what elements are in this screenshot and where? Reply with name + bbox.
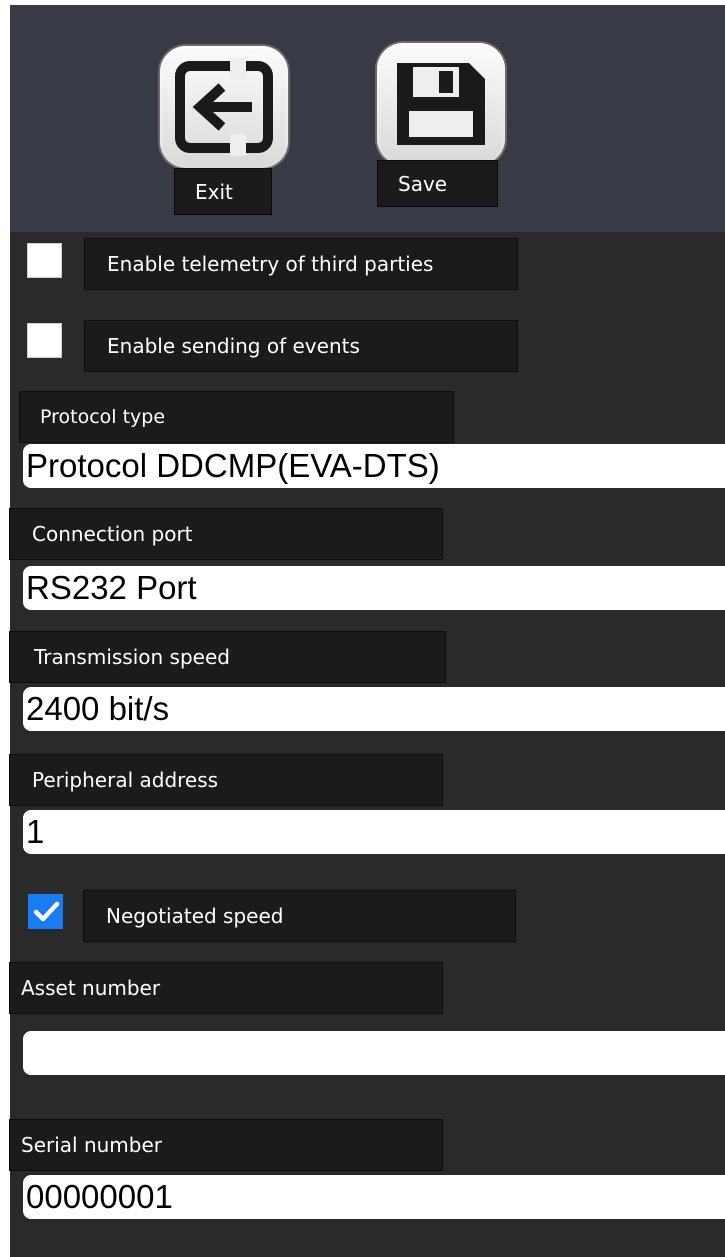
transmission-speed-label: Transmission speed [9, 631, 446, 683]
negotiated-speed-label: Negotiated speed [83, 890, 516, 942]
protocol-type-field[interactable]: Protocol DDCMP(EVA-DTS) [23, 444, 725, 488]
third-party-telemetry-checkbox[interactable] [27, 243, 62, 278]
serial-number-label: Serial number [9, 1119, 443, 1171]
peripheral-address-label: Peripheral address [9, 754, 443, 806]
floppy-disk-icon [397, 63, 485, 145]
asset-number-field[interactable] [23, 1031, 725, 1075]
exit-icon [175, 58, 273, 156]
serial-number-field[interactable]: 00000001 [23, 1175, 725, 1219]
third-party-telemetry-label: Enable telemetry of third parties [84, 238, 518, 290]
protocol-type-label: Protocol type [19, 391, 454, 443]
checkmark-icon [33, 901, 60, 922]
exit-label[interactable]: Exit [174, 168, 272, 215]
settings-panel: Exit Save Enable telemetry of third part… [9, 5, 725, 1257]
save-button[interactable] [377, 43, 505, 165]
peripheral-address-field[interactable]: 1 [23, 810, 725, 854]
exit-button[interactable] [160, 46, 288, 168]
transmission-speed-field[interactable]: 2400 bit/s [23, 687, 725, 731]
connection-port-field[interactable]: RS232 Port [23, 566, 725, 610]
connection-port-label: Connection port [9, 508, 443, 560]
negotiated-speed-checkbox[interactable] [28, 894, 63, 929]
toolbar: Exit Save [10, 5, 725, 232]
save-label[interactable]: Save [377, 160, 498, 207]
sending-events-checkbox[interactable] [27, 323, 62, 358]
sending-events-label: Enable sending of events [84, 320, 518, 372]
asset-number-label: Asset number [9, 962, 443, 1014]
